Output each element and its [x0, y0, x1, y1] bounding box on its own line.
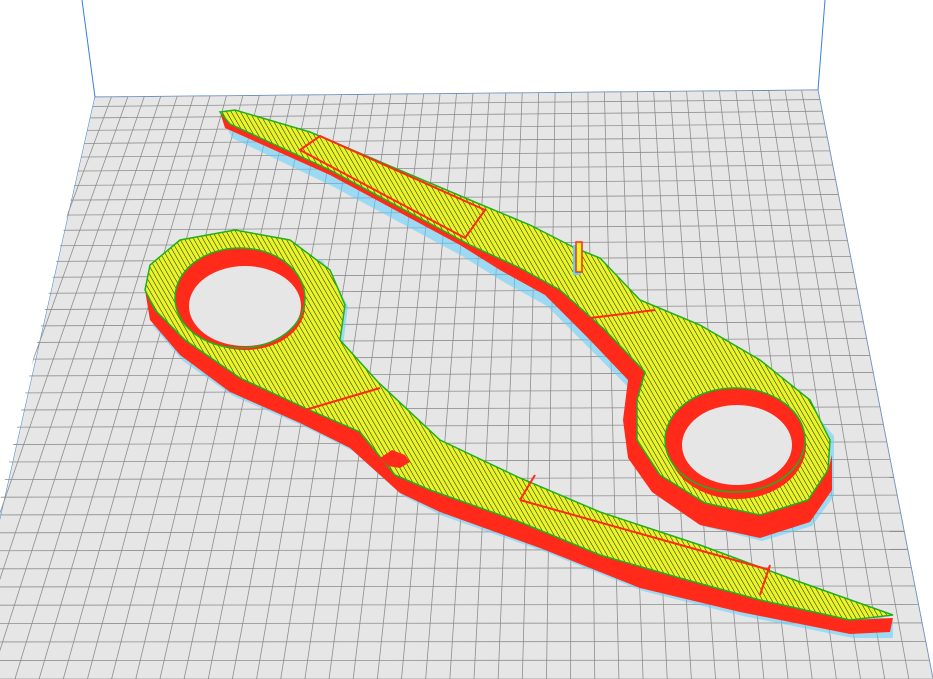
3d-viewport[interactable]	[0, 0, 933, 679]
build-volume-edge-right	[817, 0, 826, 91]
slice-preview-canvas[interactable]	[0, 0, 933, 679]
build-volume-edge-left	[81, 0, 96, 98]
